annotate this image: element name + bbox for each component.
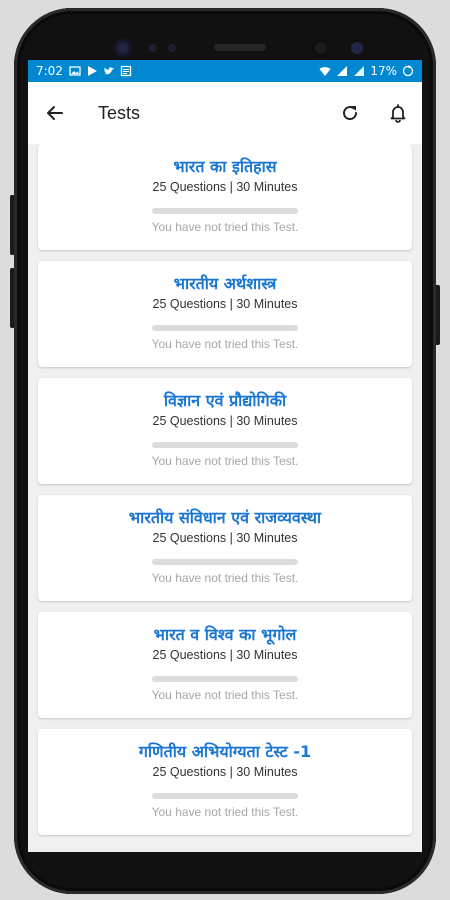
phone-top-bezel: [14, 8, 436, 68]
test-card[interactable]: भारतीय संविधान एवं राजव्यवस्था 25 Questi…: [38, 495, 412, 601]
arrow-left-icon: [47, 106, 63, 120]
front-camera-icon: [114, 39, 132, 57]
test-progress-bar: [152, 442, 298, 448]
earpiece-speaker: [214, 44, 266, 51]
battery-icon: [402, 65, 414, 77]
signal-icon: [336, 65, 348, 77]
news-notification-icon: [120, 65, 132, 77]
refresh-icon: [343, 106, 358, 121]
test-title: भारत व विश्व का भूगोल: [153, 625, 297, 644]
test-card[interactable]: भारतीय अर्थशास्त्र 25 Questions | 30 Min…: [38, 261, 412, 367]
test-card[interactable]: भारत का इतिहास 25 Questions | 30 Minutes…: [38, 144, 412, 250]
test-progress-bar: [152, 559, 298, 565]
test-meta: 25 Questions | 30 Minutes: [152, 531, 298, 545]
battery-percent: 17%: [370, 64, 397, 78]
bell-icon: [390, 104, 406, 123]
twitter-icon: [103, 65, 115, 77]
test-meta: 25 Questions | 30 Minutes: [152, 180, 298, 194]
test-status: You have not tried this Test.: [151, 337, 299, 351]
page-title: Tests: [98, 102, 141, 123]
test-progress-bar: [152, 676, 298, 682]
app-bar: Tests: [28, 82, 422, 144]
wifi-icon: [319, 65, 331, 77]
status-bar: 7:02 17%: [28, 60, 422, 82]
back-button[interactable]: [40, 98, 70, 128]
test-progress-bar: [152, 793, 298, 799]
sensor-icon: [351, 42, 363, 54]
refresh-button[interactable]: [338, 101, 362, 125]
test-meta: 25 Questions | 30 Minutes: [152, 648, 298, 662]
notifications-button[interactable]: [386, 101, 410, 125]
test-status: You have not tried this Test.: [151, 688, 299, 702]
app-screen: 7:02 17% Tests भारत का इतिहास 25 Questio…: [28, 60, 422, 852]
test-status: You have not tried this Test.: [151, 805, 299, 819]
test-card[interactable]: गणितीय अभियोग्यता टेस्ट -1 25 Questions …: [38, 729, 412, 835]
camera-icon: [312, 39, 330, 57]
test-meta: 25 Questions | 30 Minutes: [152, 414, 298, 428]
test-title: गणितीय अभियोग्यता टेस्ट -1: [138, 742, 312, 761]
test-title: भारत का इतिहास: [173, 157, 277, 176]
sensor-icon: [149, 44, 157, 52]
test-title: भारतीय संविधान एवं राजव्यवस्था: [128, 508, 322, 527]
test-card[interactable]: विज्ञान एवं प्रौद्योगिकी 25 Questions | …: [38, 378, 412, 484]
sensor-icon: [168, 44, 176, 52]
status-time: 7:02: [36, 64, 63, 78]
signal-icon: [353, 65, 365, 77]
test-progress-bar: [152, 325, 298, 331]
test-status: You have not tried this Test.: [151, 220, 299, 234]
test-meta: 25 Questions | 30 Minutes: [152, 765, 298, 779]
gallery-notification-icon: [69, 65, 81, 77]
test-status: You have not tried this Test.: [151, 454, 299, 468]
test-progress-bar: [152, 208, 298, 214]
test-title: भारतीय अर्थशास्त्र: [173, 274, 277, 293]
test-meta: 25 Questions | 30 Minutes: [152, 297, 298, 311]
play-store-icon: [86, 65, 98, 77]
test-list: भारत का इतिहास 25 Questions | 30 Minutes…: [28, 144, 422, 835]
test-card[interactable]: भारत व विश्व का भूगोल 25 Questions | 30 …: [38, 612, 412, 718]
test-status: You have not tried this Test.: [151, 571, 299, 585]
test-title: विज्ञान एवं प्रौद्योगिकी: [163, 391, 287, 410]
